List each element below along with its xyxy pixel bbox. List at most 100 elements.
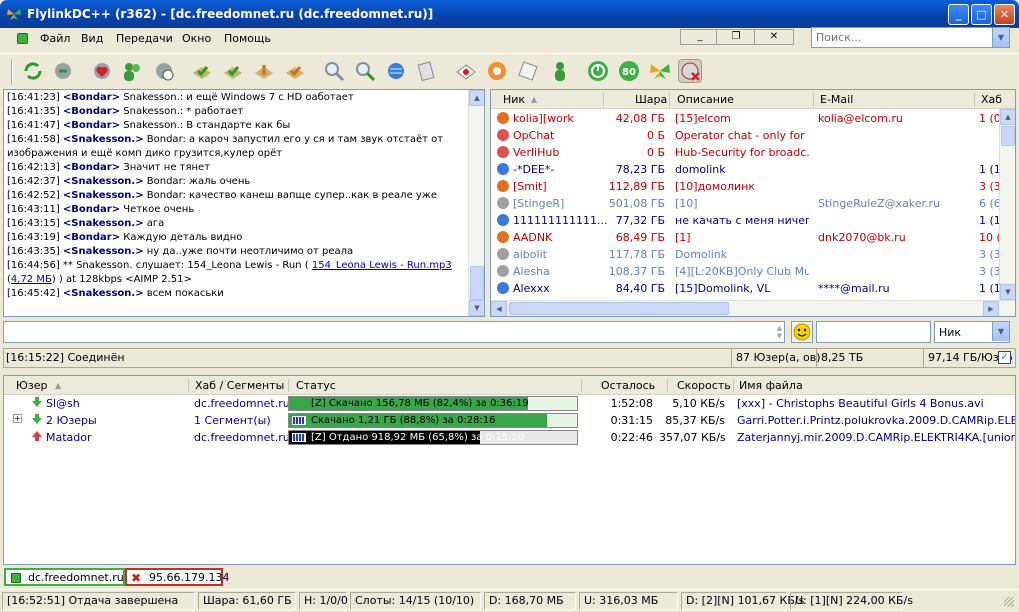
user-row[interactable]: Alesha 108,37 ГБ [4][L:20KB]Only Club Mu..… bbox=[491, 263, 1015, 280]
col-description[interactable]: Описание bbox=[677, 93, 734, 106]
spin-icon[interactable]: ▲ ▼ bbox=[777, 324, 782, 340]
favorite-hubs-icon[interactable] bbox=[90, 59, 114, 83]
tab-disconnected-hub[interactable]: ✖ 95.66.179.134 bbox=[125, 568, 229, 586]
scroll-left-icon[interactable]: ◀ bbox=[491, 301, 507, 316]
scroll-thumb[interactable] bbox=[470, 266, 484, 300]
filter-column-select[interactable]: Ник ▼ bbox=[934, 321, 1010, 343]
col-share[interactable]: Шара bbox=[635, 93, 667, 106]
status-share: Шара: 61,60 ГБ bbox=[198, 592, 296, 610]
adl-search-icon[interactable] bbox=[353, 59, 377, 83]
scroll-thumb[interactable] bbox=[1001, 126, 1015, 146]
user-list-vscrollbar[interactable]: ▲ ▼ bbox=[999, 109, 1015, 300]
transfers-header: Юзер ▲ Хаб / Сегменты Статус Осталось Ск… bbox=[4, 376, 1015, 395]
transfer-row[interactable]: +2 Юзеры 1 Сегмент(ы) Скачано 1,21 ГБ (88,… bbox=[4, 412, 1015, 429]
scroll-up-icon[interactable]: ▲ bbox=[469, 90, 484, 106]
col-speed[interactable]: Скорость bbox=[677, 379, 731, 392]
reconnect-icon[interactable] bbox=[21, 59, 45, 83]
menu-file[interactable]: Файл bbox=[40, 32, 70, 45]
user-share: 117,78 ГБ bbox=[608, 248, 665, 261]
user-description: Operator chat - only for ... bbox=[675, 129, 809, 142]
chevron-down-icon[interactable]: ▼ bbox=[992, 322, 1009, 341]
user-row[interactable]: [StingeR] 501,08 ГБ [10] StingeRulеZ@xaker.… bbox=[491, 195, 1015, 212]
user-row[interactable]: VerliHub 0 Б Hub-Security for broadc... bbox=[491, 144, 1015, 161]
user-row[interactable]: Alexxx 84,40 ГБ [15]Domolink, VL ****@mail.… bbox=[491, 280, 1015, 297]
open-file-list-icon[interactable] bbox=[454, 59, 478, 83]
queue-icon[interactable] bbox=[190, 59, 214, 83]
user-row[interactable]: OpChat 0 Б Operator chat - only for ... bbox=[491, 127, 1015, 144]
transfer-row[interactable]: Matador dc.freedomnet.ru [Z] Отдано 918,92… bbox=[4, 429, 1015, 446]
scroll-down-icon[interactable]: ▼ bbox=[469, 300, 484, 316]
col-remaining[interactable]: Осталось bbox=[601, 379, 655, 392]
menu-transfers[interactable]: Передачи bbox=[116, 32, 173, 45]
emoticons-button[interactable] bbox=[791, 321, 813, 343]
maximize-button[interactable]: □ bbox=[971, 4, 992, 25]
upload-queue-icon[interactable] bbox=[252, 59, 276, 83]
user-share: 78,23 ГБ bbox=[615, 163, 665, 176]
recent-hubs-icon[interactable] bbox=[152, 59, 176, 83]
users-icon[interactable] bbox=[120, 59, 144, 83]
resize-grip[interactable] bbox=[1004, 597, 1014, 607]
col-email[interactable]: E-Mail bbox=[820, 93, 853, 106]
mdi-close-button[interactable]: ✕ bbox=[754, 29, 794, 45]
col-user[interactable]: Юзер bbox=[16, 379, 47, 392]
chat-scrollbar[interactable]: ▲ ▼ bbox=[468, 90, 484, 316]
user-row[interactable]: [Smit] 112,89 ГБ [10]домолинк 3 (3 bbox=[491, 178, 1015, 195]
chat-log[interactable]: [16:41:23] <Bondar> Snakesson.: и ещё Wi… bbox=[3, 89, 485, 317]
message-input[interactable]: ▲ ▼ bbox=[3, 321, 785, 343]
expand-icon[interactable]: + bbox=[13, 414, 22, 423]
scroll-right-icon[interactable]: ▶ bbox=[983, 301, 999, 316]
user-list-hscrollbar[interactable]: ◀ ▶ bbox=[491, 300, 1015, 316]
search-input[interactable] bbox=[812, 28, 990, 47]
chevron-down-icon[interactable]: ▼ bbox=[992, 28, 1009, 47]
finished-uploads-icon[interactable] bbox=[283, 59, 307, 83]
transfer-row[interactable]: Sl@sh dc.freedomnet.ru [Z] Скачано 156,78 … bbox=[4, 395, 1015, 412]
user-nick: Alexxx bbox=[513, 282, 550, 295]
follow-redirect-icon[interactable] bbox=[51, 59, 75, 83]
user-row[interactable]: kolia][work 42,08 ГБ [15]elcom kolia@elcom.… bbox=[491, 110, 1015, 127]
scroll-up-icon[interactable]: ▲ bbox=[1000, 109, 1015, 125]
title-bar: FlylinkDC++ (r362) - [dc.freedomnet.ru (… bbox=[0, 0, 1019, 28]
close-button[interactable]: ✕ bbox=[994, 4, 1015, 25]
menu-view[interactable]: Вид bbox=[81, 32, 103, 45]
butterfly-icon[interactable] bbox=[648, 59, 672, 83]
scroll-thumb[interactable] bbox=[509, 302, 729, 315]
user-row[interactable]: 111111111111... 77,32 ГБ не качать с меня … bbox=[491, 212, 1015, 229]
user-row[interactable]: aibolit 117,78 ГБ Domolink 3 (3 bbox=[491, 246, 1015, 263]
mdi-minimize-button[interactable]: _ bbox=[680, 29, 720, 45]
disconnect-icon[interactable] bbox=[678, 59, 702, 83]
col-hub[interactable]: Хаб bbox=[981, 93, 1002, 106]
minimize-button[interactable]: _ bbox=[948, 4, 969, 25]
away-icon[interactable] bbox=[548, 59, 572, 83]
menu-help[interactable]: Помощь bbox=[224, 32, 271, 45]
scroll-down-icon[interactable]: ▼ bbox=[1000, 284, 1015, 300]
user-row[interactable]: AADNK 68,49 ГБ [1] dnk2070@bk.ru 10 ( bbox=[491, 229, 1015, 246]
user-row[interactable]: -*DEE*- 78,23 ГБ domolink 1 (1 bbox=[491, 161, 1015, 178]
filter-input[interactable] bbox=[816, 321, 931, 343]
mdi-restore-button[interactable]: ❐ bbox=[716, 29, 756, 45]
speed-limit-icon[interactable]: 80 bbox=[617, 59, 641, 83]
size-link[interactable]: 4,72 МБ bbox=[11, 274, 52, 285]
transfer-progress-bar: Скачано 1,21 ГБ (88,8%) за 0:28:16 bbox=[288, 413, 578, 428]
user-nick: AADNK bbox=[513, 231, 553, 244]
col-filename[interactable]: Имя файла bbox=[739, 379, 803, 392]
notepad-icon[interactable] bbox=[516, 59, 540, 83]
col-hub-segments[interactable]: Хаб / Сегменты bbox=[195, 379, 284, 392]
transfer-speed: 357,07 КБ/s bbox=[659, 431, 726, 444]
finished-downloads-icon[interactable] bbox=[221, 59, 245, 83]
user-hubs: 1 (0 bbox=[979, 112, 1001, 125]
network-stats-icon[interactable] bbox=[415, 59, 439, 83]
settings-icon[interactable] bbox=[485, 59, 509, 83]
limiter-icon[interactable] bbox=[586, 59, 610, 83]
transfers-list[interactable]: Юзер ▲ Хаб / Сегменты Статус Осталось Ск… bbox=[3, 375, 1016, 565]
file-link[interactable]: 154_Leona Lewis - Run.mp3 bbox=[312, 260, 452, 271]
tab-hub[interactable]: dc.freedomnet.ru... bbox=[4, 568, 134, 586]
menu-window[interactable]: Окно bbox=[182, 32, 211, 45]
col-status[interactable]: Статус bbox=[296, 379, 336, 392]
col-nick[interactable]: Ник bbox=[503, 93, 525, 106]
user-list[interactable]: Ник ▲ Шара Описание E-Mail Хаб kolia][wo… bbox=[490, 89, 1016, 317]
show-users-checkbox[interactable]: ✓ bbox=[998, 351, 1011, 364]
search-combobox[interactable]: ▼ bbox=[811, 27, 1010, 48]
search-icon[interactable] bbox=[322, 59, 346, 83]
user-status-icon bbox=[497, 112, 509, 124]
search-spy-icon[interactable] bbox=[384, 59, 408, 83]
